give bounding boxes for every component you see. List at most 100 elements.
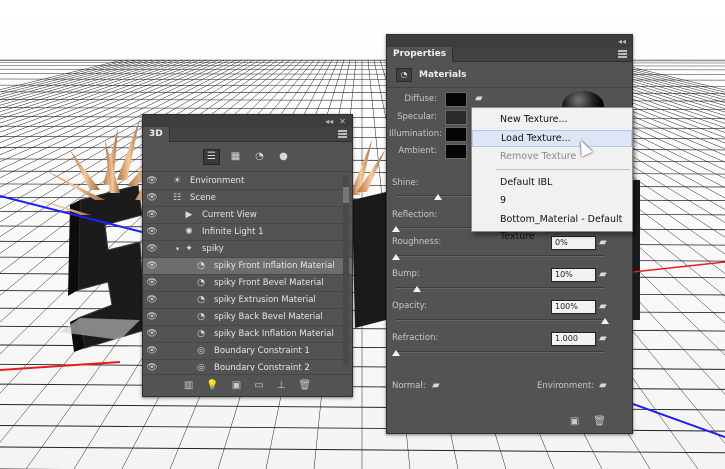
layer-row[interactable]: 👁 ◔ spiky Back Bevel Material — [143, 309, 352, 326]
visibility-eye-icon[interactable]: 👁 — [143, 261, 161, 271]
constraint-icon: ◎ — [197, 363, 205, 371]
menu-default-ibl[interactable]: Default IBL — [472, 174, 632, 191]
refraction-slider-thumb[interactable] — [392, 350, 400, 356]
layer-row[interactable]: 👁 ◔ spiky Front Bevel Material — [143, 275, 352, 292]
specular-swatch[interactable] — [445, 110, 467, 125]
roughness-folder-icon[interactable]: ▰ — [599, 237, 615, 248]
menu-texture-9[interactable]: 9 — [472, 192, 632, 209]
panel-3d-titlebar[interactable]: ◂◂ ✕ — [143, 115, 352, 127]
layer-row[interactable]: 👁 ◔ spiky Extrusion Material — [143, 292, 352, 309]
visibility-eye-icon[interactable]: 👁 — [143, 244, 161, 254]
trash-scene-icon[interactable]: ▥ — [184, 380, 193, 391]
refraction-input[interactable]: 1.000 — [551, 332, 596, 346]
roughness-slider-thumb[interactable] — [392, 254, 400, 260]
material-icon: ◔ — [197, 329, 205, 339]
tab-properties[interactable]: Properties — [387, 47, 454, 62]
bump-slider[interactable] — [396, 287, 605, 289]
lights-icon[interactable]: ● — [275, 149, 292, 165]
new-mesh-icon[interactable]: ▭ — [254, 380, 263, 391]
panel-3d-footer: ▥ 💡 ▣ ▭ ⊥ 🗑 — [143, 374, 352, 396]
layer-row[interactable]: 👁 ◎ Boundary Constraint 2 — [143, 360, 352, 371]
meshes-icon[interactable]: ▦ — [227, 149, 244, 165]
shine-slider-thumb[interactable] — [434, 194, 442, 200]
layer-name: spiky Back Bevel Material — [214, 312, 323, 322]
ambient-label: Ambient: — [398, 146, 437, 156]
opacity-input[interactable]: 100% — [551, 300, 596, 314]
layer-name: Environment — [190, 176, 245, 186]
refraction-slider[interactable] — [396, 351, 605, 353]
illumination-swatch[interactable] — [445, 127, 467, 142]
visibility-eye-icon[interactable]: 👁 — [143, 210, 161, 220]
render-icon[interactable]: ▣ — [232, 380, 241, 391]
properties-tabbar: Properties — [387, 47, 632, 62]
panel-menu-icon[interactable] — [338, 130, 347, 138]
layer-row[interactable]: 👁 ▾ ✦ spiky — [143, 241, 352, 258]
materials-icon[interactable]: ◔ — [251, 149, 268, 165]
normal-folder-icon[interactable]: ▰ — [432, 380, 446, 391]
layer-name: spiky Extrusion Material — [214, 295, 316, 305]
layer-row[interactable]: 👁 ☀ Environment — [143, 173, 352, 190]
diffuse-swatch[interactable] — [445, 92, 467, 107]
bump-slider-thumb[interactable] — [412, 286, 421, 292]
menu-load-texture[interactable]: Load Texture... — [472, 130, 632, 147]
material-icon: ◔ — [197, 295, 205, 305]
refraction-folder-icon[interactable]: ▰ — [599, 333, 615, 344]
add-light-icon[interactable]: 💡 — [206, 380, 218, 391]
opacity-slider-thumb[interactable] — [601, 318, 609, 324]
reflection-slider-thumb[interactable] — [392, 226, 400, 232]
layer-name: spiky Front Bevel Material — [214, 278, 324, 288]
mesh-icon: ✦ — [185, 244, 193, 254]
menu-bottom-material[interactable]: Bottom_Material - Default Texture — [472, 211, 632, 242]
roughness-input[interactable]: 0% — [551, 236, 596, 250]
visibility-eye-icon[interactable]: 👁 — [143, 176, 161, 186]
panel-3d-tabbar: 3D — [143, 127, 352, 142]
expand-chevron-icon[interactable]: ▾ — [173, 245, 182, 253]
visibility-eye-icon[interactable]: 👁 — [143, 278, 161, 288]
layer-name: spiky — [202, 244, 224, 254]
normal-label: Normal: — [392, 381, 426, 391]
ambient-swatch[interactable] — [445, 144, 467, 159]
environment-folder-icon[interactable]: ▰ — [599, 380, 613, 391]
visibility-eye-icon[interactable]: 👁 — [143, 312, 161, 322]
camera-icon: ▶ — [185, 210, 193, 220]
layer-name: spiky Back Inflation Material — [214, 329, 334, 339]
layer-row[interactable]: 👁 ▶ Current View — [143, 207, 352, 224]
bump-input[interactable]: 10% — [551, 268, 596, 282]
collapse-icon[interactable]: ◂◂ — [618, 37, 626, 46]
layer-name: spiky Front Inflation Material — [214, 261, 335, 271]
visibility-eye-icon[interactable]: 👁 — [143, 227, 161, 237]
opacity-folder-icon[interactable]: ▰ — [599, 301, 615, 312]
layer-name: Scene — [190, 193, 216, 203]
layer-row[interactable]: 👁 ◎ Boundary Constraint 1 — [143, 343, 352, 360]
visibility-eye-icon[interactable]: 👁 — [143, 295, 161, 305]
layer-row[interactable]: 👁 ✺ Infinite Light 1 — [143, 224, 352, 241]
opacity-slider[interactable] — [396, 319, 605, 321]
properties-titlebar[interactable]: ◂◂ — [387, 35, 632, 47]
layer-list-scrollbar[interactable] — [343, 175, 349, 365]
shine-label: Shine: — [392, 178, 419, 188]
layer-row[interactable]: 👁 ◔ spiky Back Inflation Material — [143, 326, 352, 343]
bump-folder-icon[interactable]: ▰ — [599, 269, 615, 280]
roughness-slider[interactable] — [396, 255, 605, 257]
layer-row[interactable]: 👁 ◔ spiky Front Inflation Material — [143, 258, 352, 275]
visibility-eye-icon[interactable]: 👁 — [143, 346, 161, 356]
3d-panel[interactable]: ◂◂ ✕ 3D ☰ ▦ ◔ ● 👁 ☀ Environment 👁 ☷ Scene 👁 ▶ Cu… — [142, 114, 353, 397]
3d-filter-toolbar: ☰ ▦ ◔ ● — [143, 142, 352, 172]
menu-new-texture[interactable]: New Texture... — [472, 111, 632, 128]
visibility-eye-icon[interactable]: 👁 — [143, 329, 161, 339]
tab-3d[interactable]: 3D — [143, 127, 170, 142]
panel-menu-icon[interactable] — [618, 50, 627, 58]
render-icon[interactable]: ▣ — [570, 416, 579, 427]
whole-scene-icon[interactable]: ☰ — [203, 148, 220, 165]
scrollbar-thumb[interactable] — [343, 187, 349, 203]
drop-to-plane-icon[interactable]: ⊥ — [277, 380, 286, 391]
texture-context-menu[interactable]: New Texture... Load Texture... Remove Te… — [471, 107, 633, 242]
visibility-eye-icon[interactable]: 👁 — [143, 193, 161, 203]
close-icon[interactable]: ✕ — [339, 117, 346, 126]
delete-icon[interactable]: 🗑 — [298, 380, 311, 391]
visibility-eye-icon[interactable]: 👁 — [143, 363, 161, 371]
collapse-icon[interactable]: ◂◂ — [325, 117, 333, 126]
delete-icon[interactable]: 🗑 — [593, 416, 606, 427]
layer-row[interactable]: 👁 ☷ Scene — [143, 190, 352, 207]
diffuse-folder-icon[interactable]: ▰ — [475, 93, 489, 104]
